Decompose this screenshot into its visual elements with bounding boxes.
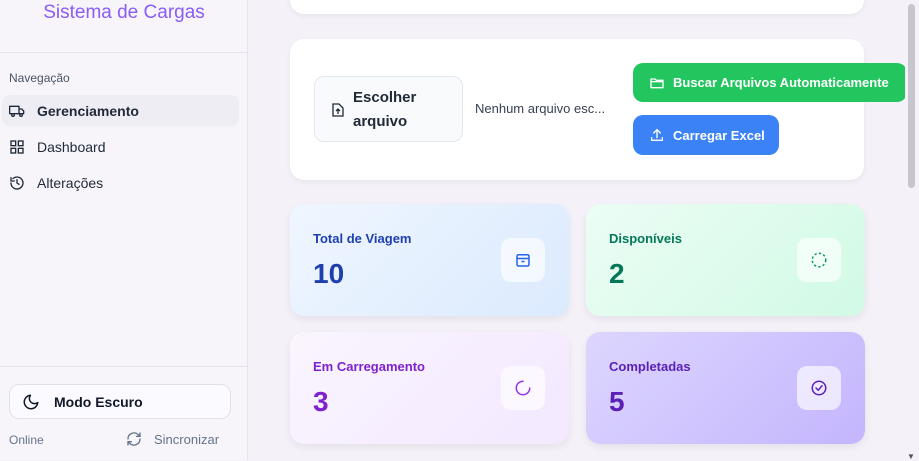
stat-title: Disponíveis bbox=[609, 231, 682, 246]
sidebar-item-label: Dashboard bbox=[37, 138, 106, 155]
scrollbar-thumb[interactable] bbox=[908, 4, 915, 188]
no-file-text: Nenhum arquivo esc... bbox=[475, 101, 606, 116]
dashed-circle-icon bbox=[797, 238, 841, 282]
choose-file-button[interactable]: Escolher arquivo bbox=[314, 76, 463, 142]
sidebar-item-alteracoes[interactable]: Alterações bbox=[2, 167, 239, 198]
auto-fetch-button[interactable]: Buscar Arquivos Automaticamente bbox=[633, 63, 907, 102]
sidebar-item-label: Alterações bbox=[37, 174, 104, 191]
auto-fetch-label: Buscar Arquivos Automaticamente bbox=[673, 75, 889, 90]
stat-value: 10 bbox=[313, 258, 345, 289]
folder-icon bbox=[649, 75, 665, 91]
app-title: Sistema de Cargas bbox=[0, 0, 248, 53]
choose-file-label: Escolher arquivo bbox=[353, 89, 417, 130]
sidebar: Sistema de Cargas Navegação Gerenciament… bbox=[0, 0, 248, 460]
stat-card-total: Total de Viagem 10 bbox=[290, 204, 569, 316]
refresh-icon bbox=[126, 431, 142, 447]
status-text: Online bbox=[9, 433, 44, 447]
stat-value: 2 bbox=[609, 258, 625, 289]
stat-card-loading: Em Carregamento 3 bbox=[290, 332, 569, 444]
sync-label: Sincronizar bbox=[154, 431, 220, 447]
stat-title: Completadas bbox=[609, 359, 691, 374]
sidebar-item-gerenciamento[interactable]: Gerenciamento bbox=[2, 95, 239, 126]
package-icon bbox=[501, 238, 545, 282]
top-card bbox=[290, 0, 864, 14]
sidebar-divider bbox=[0, 366, 248, 367]
stat-value: 3 bbox=[313, 386, 329, 417]
loader-icon bbox=[501, 366, 545, 410]
dark-mode-label: Modo Escuro bbox=[54, 393, 143, 410]
file-upload-icon bbox=[332, 103, 344, 117]
truck-icon bbox=[9, 103, 25, 119]
grid-icon bbox=[9, 139, 25, 155]
sidebar-item-label: Gerenciamento bbox=[37, 102, 139, 119]
stat-value: 5 bbox=[609, 386, 625, 417]
stat-card-available: Disponíveis 2 bbox=[586, 204, 865, 316]
scrollbar[interactable]: ▼ bbox=[905, 0, 919, 461]
nav-section-label: Navegação bbox=[9, 71, 70, 85]
dark-mode-button[interactable]: Modo Escuro bbox=[9, 384, 231, 419]
stat-title: Total de Viagem bbox=[313, 231, 412, 246]
sidebar-item-dashboard[interactable]: Dashboard bbox=[2, 131, 239, 162]
upload-excel-label: Carregar Excel bbox=[673, 127, 765, 143]
stat-card-completed: Completadas 5 bbox=[586, 332, 865, 444]
moon-icon bbox=[22, 393, 40, 411]
sync-button[interactable]: Sincronizar bbox=[126, 431, 219, 447]
stat-title: Em Carregamento bbox=[313, 359, 425, 374]
check-circle-icon bbox=[797, 366, 841, 410]
upload-excel-button[interactable]: Carregar Excel bbox=[633, 115, 779, 155]
history-icon bbox=[9, 175, 25, 191]
upload-icon bbox=[649, 127, 665, 143]
